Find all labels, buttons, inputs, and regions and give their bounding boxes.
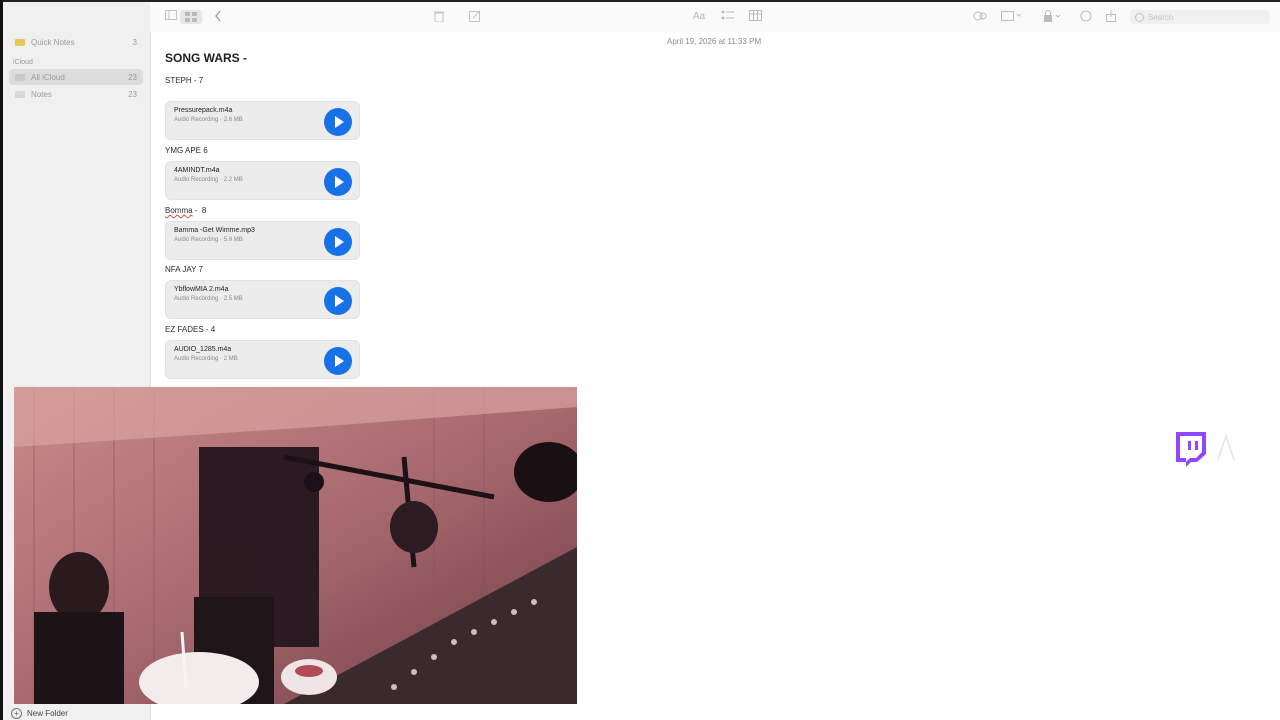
play-icon (335, 355, 344, 367)
plus-icon: + (11, 708, 22, 719)
back-chevron-icon[interactable] (212, 10, 224, 24)
play-button[interactable] (324, 347, 352, 375)
attachment-meta: Audio Recording · 2 MB (174, 356, 238, 362)
webcam-overlay (14, 387, 577, 704)
play-icon (335, 116, 344, 128)
search-input[interactable]: Search (1130, 10, 1270, 24)
play-icon (335, 236, 344, 248)
logo-ghost-icon (1212, 432, 1240, 469)
section-label-rest: - 8 (192, 206, 207, 215)
note-section-label[interactable]: NFA JAY 7 (165, 265, 203, 274)
play-icon (335, 176, 344, 188)
lock-icon[interactable] (1042, 10, 1064, 24)
note-section-label[interactable]: STEPH - 7 (165, 76, 203, 85)
sidebar-section-label: iCloud (13, 59, 33, 66)
attachment-meta: Audio Recording · 5.9 MB (174, 237, 243, 243)
audio-attachment[interactable]: YbflowMIA 2.m4a Audio Recording · 2.5 MB (165, 280, 360, 319)
grid-view-icon[interactable] (180, 10, 202, 24)
toolbar: Aa Search (150, 2, 1280, 32)
play-button[interactable] (324, 108, 352, 136)
attachment-meta: Audio Recording · 2.5 MB (174, 296, 243, 302)
misspelled-word: Bomma (165, 206, 193, 215)
note-section-label[interactable]: YMG APE 6 (165, 146, 208, 155)
note-section-label[interactable]: EZ FADES - 4 (165, 325, 215, 334)
play-button[interactable] (324, 287, 352, 315)
media-icon[interactable] (1000, 10, 1024, 24)
attachment-meta: Audio Recording · 2.6 MB (174, 117, 243, 123)
new-folder-button[interactable]: + New Folder (11, 708, 68, 719)
sidebar-item-count: 23 (128, 89, 137, 99)
play-button[interactable] (324, 168, 352, 196)
new-folder-label: New Folder (27, 709, 68, 718)
note-date: April 19, 2026 at 11:33 PM (667, 37, 762, 46)
sidebar-item-label: Quick Notes (31, 37, 75, 47)
trash-icon[interactable] (432, 10, 446, 24)
sidebar-item-label: Notes (31, 89, 52, 99)
search-icon (1135, 12, 1144, 22)
audio-attachment[interactable]: AUDIO_1285.m4a Audio Recording · 2 MB (165, 340, 360, 379)
attachment-meta: Audio Recording · 2.2 MB (174, 177, 243, 183)
note-title[interactable]: SONG WARS - (165, 51, 247, 65)
attachment-filename: Pressurepack.m4a (174, 107, 233, 114)
sidebar-item-count: 3 (132, 37, 137, 47)
audio-attachment[interactable]: Pressurepack.m4a Audio Recording · 2.6 M… (165, 101, 360, 140)
sidebar-toggle-icon[interactable] (164, 10, 178, 24)
sidebar-item-notes[interactable]: Notes 23 (9, 86, 143, 102)
compose-icon[interactable] (468, 10, 482, 24)
folder-icon (15, 90, 25, 98)
sidebar-item-label: All iCloud (31, 72, 65, 82)
audio-attachment[interactable]: 4AMINDT.m4a Audio Recording · 2.2 MB (165, 161, 360, 200)
font-format-button[interactable]: Aa (690, 10, 708, 24)
folder-icon (15, 73, 25, 81)
folder-icon (15, 38, 25, 46)
attachment-filename: YbflowMIA 2.m4a (174, 286, 229, 293)
sidebar-item-count: 23 (128, 72, 137, 82)
sidebar-item-all-icloud[interactable]: All iCloud 23 (9, 69, 143, 85)
collaborate-icon[interactable] (972, 10, 988, 24)
search-placeholder: Search (1148, 12, 1174, 22)
audio-attachment[interactable]: Bamma -Get Wimme.mp3 Audio Recording · 5… (165, 221, 360, 260)
twitch-icon (1172, 430, 1208, 473)
play-icon (335, 295, 344, 307)
sidebar-item-quick-notes[interactable]: Quick Notes 3 (9, 34, 143, 50)
checklist-icon[interactable] (720, 10, 734, 24)
share-icon[interactable] (1104, 10, 1118, 24)
attachment-filename: AUDIO_1285.m4a (174, 346, 232, 353)
icloud-share-icon[interactable] (1078, 10, 1094, 24)
attachment-filename: 4AMINDT.m4a (174, 167, 220, 174)
play-button[interactable] (324, 228, 352, 256)
attachment-filename: Bamma -Get Wimme.mp3 (174, 227, 255, 234)
table-icon[interactable] (748, 10, 762, 24)
note-section-label[interactable]: Bomma - 8 (165, 206, 206, 215)
